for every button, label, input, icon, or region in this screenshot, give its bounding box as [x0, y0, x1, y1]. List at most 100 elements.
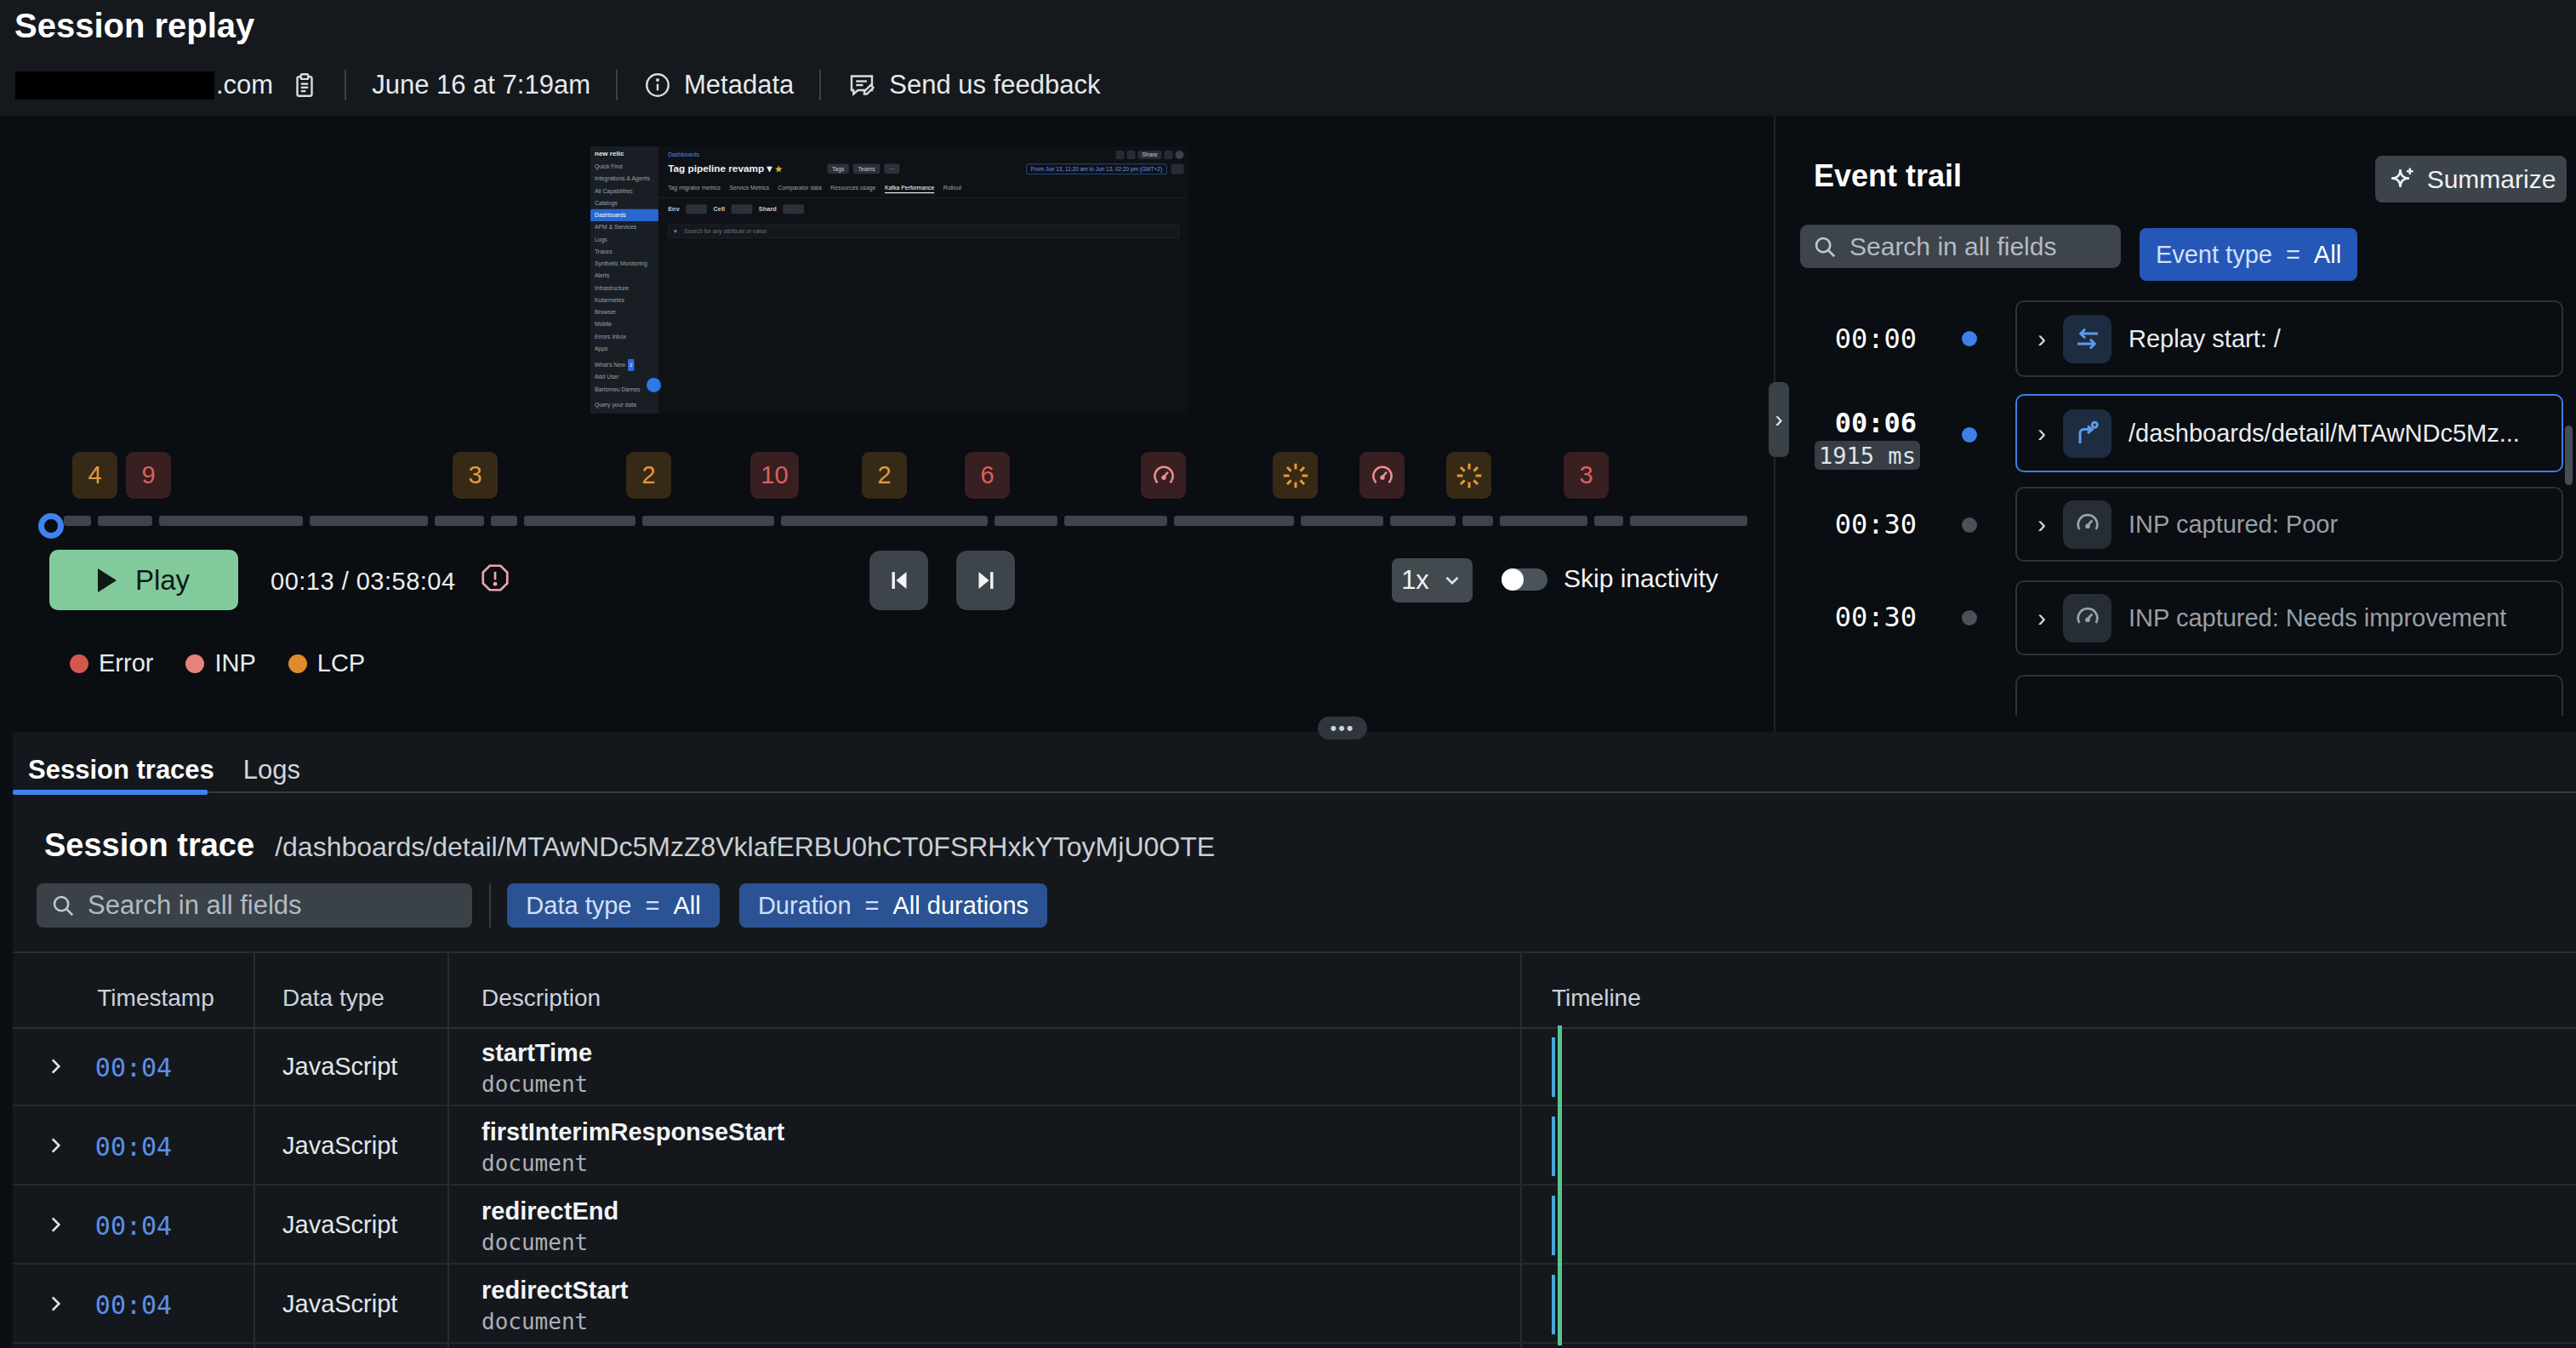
sparkle-icon — [2386, 164, 2417, 195]
bottom-section: Session traces Logs Session trace /dashb… — [0, 732, 2576, 1348]
col-description[interactable]: Description — [482, 953, 601, 1027]
data-type-filter-chip[interactable]: Data type = All — [507, 883, 720, 928]
timeline-marker-inp-icon[interactable] — [1141, 452, 1186, 499]
legend-lcp: LCP — [288, 649, 365, 677]
timeline-marker-lcp-count[interactable]: 3 — [453, 452, 498, 499]
trace-row[interactable]: 00:04 JavaScript redirectStart document — [11, 1265, 2576, 1344]
chevron-right-icon[interactable] — [44, 1293, 66, 1318]
trace-search-input[interactable]: Search in all fields — [37, 883, 472, 928]
route-change-icon — [2063, 409, 2112, 458]
chevron-right-icon[interactable] — [44, 1214, 66, 1239]
trace-path: /dashboards/detail/MTAwNDc5MzZ8VklafERBU… — [275, 831, 1215, 863]
legend-inp: INP — [185, 649, 255, 677]
timeline-marker-error-count[interactable]: 9 — [126, 452, 171, 499]
chevron-right-icon[interactable]: › — [2037, 419, 2046, 448]
timeline-marker-lcp-count[interactable]: 2 — [862, 452, 907, 499]
copy-icon[interactable] — [290, 69, 319, 101]
event-type-filter-chip[interactable]: Event type = All — [2140, 228, 2357, 281]
col-timestamp[interactable]: Timestamp — [100, 953, 211, 1027]
duration-filter-chip[interactable]: Duration = All durations — [739, 883, 1047, 928]
timeline-marker-error-count[interactable]: 3 — [1564, 452, 1609, 499]
error-dot — [70, 654, 88, 673]
chevron-down-icon — [1441, 569, 1463, 591]
domain-suffix: .com — [216, 70, 273, 100]
redacted-domain — [15, 71, 214, 100]
gauge-icon — [1368, 461, 1397, 490]
event-duration-badge: 1915 ms — [1815, 441, 1920, 470]
scrollbar-thumb[interactable] — [2565, 426, 2573, 485]
thumb-dashboard-title: Tag pipeline revamp ▾ ★ — [668, 163, 782, 174]
render-burst-icon — [1454, 460, 1485, 491]
replay-viewport[interactable]: new relic Quick Find Integrations & Agen… — [590, 146, 1188, 414]
event-trail-title: Event trail — [1814, 158, 1962, 194]
timeline-marker-inp-icon[interactable] — [1359, 452, 1405, 499]
timeline-bar — [1552, 1117, 1555, 1176]
feedback-icon — [846, 70, 877, 100]
timeline-bar — [1552, 1037, 1555, 1097]
trace-row[interactable]: 00:04 JavaScript startTime document — [11, 1027, 2576, 1106]
metadata-button[interactable]: Metadata — [643, 70, 794, 100]
tab-session-traces[interactable]: Session traces — [28, 755, 214, 785]
trace-row[interactable]: 00:04 JavaScript firstInterimResponseSta… — [11, 1106, 2576, 1185]
play-button[interactable]: Play — [49, 550, 238, 610]
thumb-time-range: From Jun 13, 11:20 am to Jun 13, 02:20 p… — [1026, 163, 1166, 174]
thumb-breadcrumb: Dashboards — [668, 151, 699, 157]
thumb-main: Dashboards Share Tag pipeline revamp ▾ ★… — [658, 146, 1188, 414]
search-icon — [1812, 234, 1838, 260]
event-row-replay-start[interactable]: › Replay start: / — [2015, 300, 2563, 377]
divider — [616, 70, 618, 100]
event-row-route-change[interactable]: › /dashboards/detail/MTAwNDc5Mz... — [2015, 394, 2563, 472]
chevron-right-icon[interactable]: › — [2037, 510, 2046, 539]
event-search-input[interactable]: Search in all fields — [1800, 225, 2121, 268]
event-row-partial[interactable] — [2015, 675, 2563, 716]
chevron-right-icon[interactable] — [44, 1055, 66, 1081]
tab-logs[interactable]: Logs — [243, 755, 300, 785]
timeline-marker-error-count[interactable]: 6 — [965, 452, 1010, 499]
info-icon — [643, 71, 672, 100]
event-row-inp-needs-improvement[interactable]: › INP captured: Needs improvement — [2015, 580, 2563, 655]
time-display: 00:13 / 03:58:04 — [271, 568, 456, 596]
session-trace-header: Session trace /dashboards/detail/MTAwNDc… — [44, 827, 1215, 864]
gauge-icon — [2063, 594, 2112, 643]
timeline-marker-error-count[interactable]: 10 — [750, 452, 799, 499]
playhead[interactable] — [38, 513, 64, 539]
col-data-type[interactable]: Data type — [282, 953, 385, 1027]
skip-inactivity-toggle[interactable] — [1502, 568, 1547, 591]
timeline-bar — [1552, 1196, 1555, 1255]
event-trail-panel: Event trail Summarize Search in all fiel… — [1774, 116, 2576, 749]
skip-forward-button[interactable] — [956, 551, 1015, 610]
page-header: Session replay .com June 16 at 7:19am Me… — [0, 0, 2576, 116]
timeline-marker-lcp-count[interactable]: 4 — [72, 452, 117, 499]
trace-row[interactable]: 00:04 JavaScript redirectEnd document — [11, 1185, 2576, 1265]
thumb-brand: new relic — [595, 150, 654, 157]
lcp-dot — [288, 654, 307, 673]
event-time: 00:06 — [1835, 407, 1917, 439]
thumb-avatar — [1176, 151, 1184, 159]
event-row-inp-poor[interactable]: › INP captured: Poor — [2015, 487, 2563, 562]
skip-inactivity-label: Skip inactivity — [1564, 564, 1718, 593]
legend-error: Error — [70, 649, 153, 677]
event-dot — [1962, 331, 1977, 346]
timeline-marker-lcp-icon[interactable] — [1273, 452, 1318, 499]
render-burst-icon — [1280, 460, 1311, 491]
search-icon — [50, 893, 76, 918]
event-dot — [1962, 427, 1977, 443]
event-time: 00:00 — [1835, 323, 1917, 355]
summarize-button[interactable]: Summarize — [2375, 156, 2567, 203]
chevron-right-icon[interactable]: › — [2037, 324, 2046, 353]
expand-handle[interactable]: ••• — [1318, 717, 1367, 740]
timeline-scrubber[interactable] — [0, 509, 1774, 546]
page-title: Session replay — [14, 7, 254, 45]
session-trace-title: Session trace — [44, 827, 254, 864]
play-icon — [98, 568, 117, 592]
skip-back-button[interactable] — [869, 551, 928, 610]
alert-octagon-icon[interactable] — [479, 562, 511, 597]
timeline-marker-lcp-count[interactable]: 2 — [626, 452, 671, 499]
timeline-marker-lcp-icon[interactable] — [1446, 452, 1491, 499]
playback-speed-select[interactable]: 1x — [1392, 558, 1473, 603]
replay-section: new relic Quick Find Integrations & Agen… — [0, 116, 2576, 732]
chevron-right-icon[interactable] — [44, 1134, 66, 1160]
feedback-button[interactable]: Send us feedback — [846, 70, 1100, 100]
col-timeline[interactable]: Timeline — [1552, 953, 1641, 1027]
chevron-right-icon[interactable]: › — [2037, 603, 2046, 632]
